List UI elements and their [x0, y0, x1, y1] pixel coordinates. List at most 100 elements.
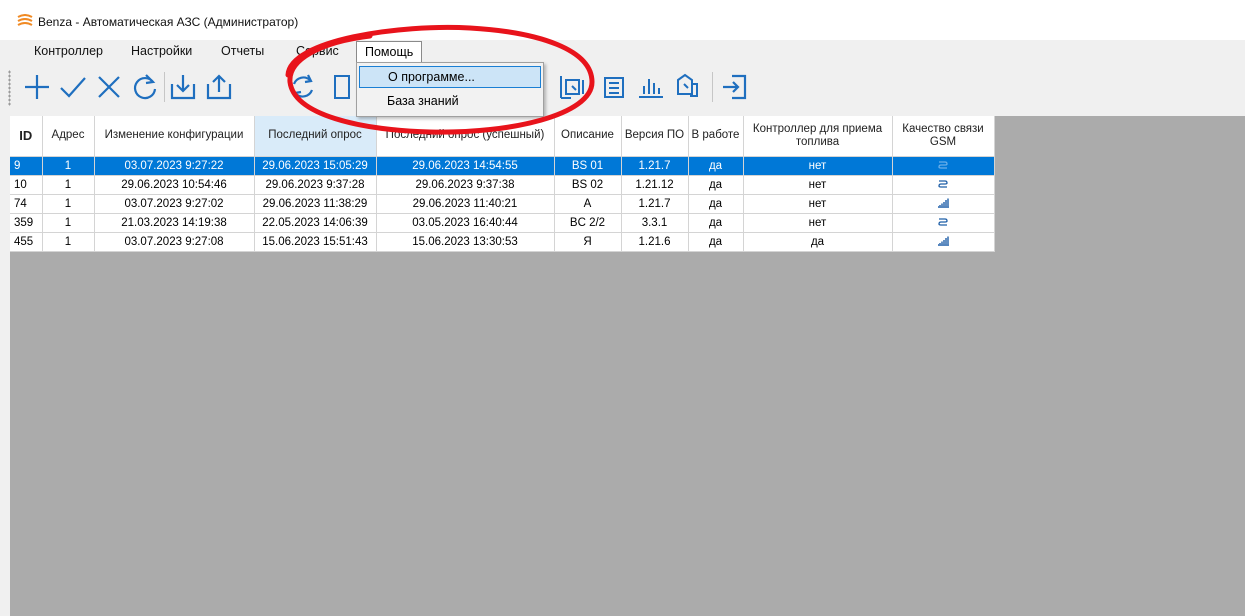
- cell-address[interactable]: 1: [42, 232, 95, 252]
- cell-address[interactable]: 1: [42, 194, 95, 214]
- refresh-icon[interactable]: [128, 70, 162, 104]
- column-header-last-poll-success[interactable]: Последний опрос (успешный): [376, 116, 555, 157]
- column-header-config-change[interactable]: Изменение конфигурации: [94, 116, 255, 157]
- wire-icon: [938, 161, 948, 170]
- exit-icon[interactable]: [718, 70, 752, 104]
- menu-reports[interactable]: Отчеты: [221, 44, 264, 58]
- cell-config-change[interactable]: 03.07.2023 9:27:08: [94, 232, 255, 252]
- cell-description[interactable]: BC 2/2: [554, 213, 622, 233]
- wire-icon: [938, 180, 948, 189]
- window-title: Benza - Автоматическая АЗС (Администрато…: [38, 15, 299, 29]
- table-row[interactable]: 9 1 03.07.2023 9:27:22 29.06.2023 15:05:…: [10, 156, 995, 176]
- cell-fw-version[interactable]: 1.21.7: [621, 156, 689, 176]
- signal-bars-icon: [938, 236, 949, 247]
- upload-icon[interactable]: [202, 70, 236, 104]
- help-dropdown-menu: О программе... База знаний: [356, 62, 544, 117]
- column-header-fuel-controller[interactable]: Контроллер для приема топлива: [743, 116, 893, 157]
- fuel-icon[interactable]: [670, 70, 704, 104]
- cell-fuel-controller[interactable]: да: [743, 232, 893, 252]
- cell-gsm-quality[interactable]: [892, 156, 995, 176]
- title-bar: Benza - Автоматическая АЗС (Администрато…: [0, 0, 1245, 40]
- cell-last-poll-success[interactable]: 15.06.2023 13:30:53: [376, 232, 555, 252]
- cell-last-poll[interactable]: 29.06.2023 11:38:29: [254, 194, 377, 214]
- menu-controller[interactable]: Контроллер: [34, 44, 103, 58]
- cell-fuel-controller[interactable]: нет: [743, 213, 893, 233]
- table-row[interactable]: 359 1 21.03.2023 14:19:38 22.05.2023 14:…: [10, 213, 995, 233]
- sync-icon[interactable]: [286, 70, 320, 104]
- cell-id[interactable]: 74: [10, 194, 43, 214]
- controllers-table: ID Адрес Изменение конфигурации Последни…: [10, 116, 995, 252]
- cell-id[interactable]: 10: [10, 175, 43, 195]
- tank-icon[interactable]: [597, 70, 631, 104]
- cell-fuel-controller[interactable]: нет: [743, 194, 893, 214]
- device-icon[interactable]: [326, 70, 360, 104]
- cell-last-poll-success[interactable]: 03.05.2023 16:40:44: [376, 213, 555, 233]
- cell-fw-version[interactable]: 1.21.6: [621, 232, 689, 252]
- menu-help[interactable]: Помощь: [356, 41, 423, 63]
- toolbar-grip[interactable]: [8, 70, 11, 106]
- pump-chart-icon[interactable]: [557, 70, 591, 104]
- toolbar-separator: [712, 72, 713, 102]
- cell-in-work[interactable]: да: [688, 175, 744, 195]
- menu-item-about[interactable]: О программе...: [359, 66, 541, 88]
- cell-description[interactable]: A: [554, 194, 622, 214]
- cell-address[interactable]: 1: [42, 213, 95, 233]
- cell-id[interactable]: 455: [10, 232, 43, 252]
- column-header-last-poll[interactable]: Последний опрос: [254, 116, 377, 157]
- cell-gsm-quality[interactable]: [892, 194, 995, 214]
- close-icon[interactable]: [92, 70, 126, 104]
- cell-last-poll[interactable]: 15.06.2023 15:51:43: [254, 232, 377, 252]
- bar-chart-icon[interactable]: [634, 70, 668, 104]
- cell-gsm-quality[interactable]: [892, 232, 995, 252]
- menu-settings[interactable]: Настройки: [131, 44, 192, 58]
- cell-address[interactable]: 1: [42, 156, 95, 176]
- table-row[interactable]: 455 1 03.07.2023 9:27:08 15.06.2023 15:5…: [10, 232, 995, 252]
- cell-fw-version[interactable]: 1.21.7: [621, 194, 689, 214]
- cell-address[interactable]: 1: [42, 175, 95, 195]
- cell-in-work[interactable]: да: [688, 194, 744, 214]
- cell-in-work[interactable]: да: [688, 213, 744, 233]
- cell-last-poll-success[interactable]: 29.06.2023 11:40:21: [376, 194, 555, 214]
- cell-last-poll[interactable]: 29.06.2023 9:37:28: [254, 175, 377, 195]
- cell-in-work[interactable]: да: [688, 232, 744, 252]
- plus-icon[interactable]: [20, 70, 54, 104]
- cell-last-poll[interactable]: 29.06.2023 15:05:29: [254, 156, 377, 176]
- menu-service[interactable]: Сервис: [296, 44, 339, 58]
- cell-config-change[interactable]: 21.03.2023 14:19:38: [94, 213, 255, 233]
- cell-fw-version[interactable]: 3.3.1: [621, 213, 689, 233]
- cell-fuel-controller[interactable]: нет: [743, 156, 893, 176]
- cell-gsm-quality[interactable]: [892, 175, 995, 195]
- cell-config-change[interactable]: 03.07.2023 9:27:22: [94, 156, 255, 176]
- cell-last-poll-success[interactable]: 29.06.2023 14:54:55: [376, 156, 555, 176]
- cell-description[interactable]: BS 01: [554, 156, 622, 176]
- cell-config-change[interactable]: 29.06.2023 10:54:46: [94, 175, 255, 195]
- download-icon[interactable]: [166, 70, 200, 104]
- cell-fw-version[interactable]: 1.21.12: [621, 175, 689, 195]
- menu-bar: Контроллер Настройки Отчеты Сервис: [0, 40, 1245, 62]
- cell-config-change[interactable]: 03.07.2023 9:27:02: [94, 194, 255, 214]
- cell-description[interactable]: BS 02: [554, 175, 622, 195]
- table-header-row: ID Адрес Изменение конфигурации Последни…: [10, 116, 995, 157]
- cell-in-work[interactable]: да: [688, 156, 744, 176]
- column-header-fw-version[interactable]: Версия ПО: [621, 116, 689, 157]
- cell-last-poll[interactable]: 22.05.2023 14:06:39: [254, 213, 377, 233]
- cell-id[interactable]: 359: [10, 213, 43, 233]
- menu-item-knowledge-base[interactable]: База знаний: [359, 91, 541, 113]
- cell-last-poll-success[interactable]: 29.06.2023 9:37:38: [376, 175, 555, 195]
- wire-icon: [938, 218, 948, 227]
- cell-description[interactable]: Я: [554, 232, 622, 252]
- table-row[interactable]: 10 1 29.06.2023 10:54:46 29.06.2023 9:37…: [10, 175, 995, 195]
- cell-fuel-controller[interactable]: нет: [743, 175, 893, 195]
- cell-id[interactable]: 9: [10, 156, 43, 176]
- app-window: Benza - Автоматическая АЗС (Администрато…: [0, 0, 1245, 616]
- toolbar-separator: [164, 72, 165, 102]
- column-header-gsm-quality[interactable]: Качество связи GSM: [892, 116, 995, 157]
- column-header-in-work[interactable]: В работе: [688, 116, 744, 157]
- column-header-address[interactable]: Адрес: [42, 116, 95, 157]
- cell-gsm-quality[interactable]: [892, 213, 995, 233]
- table-row[interactable]: 74 1 03.07.2023 9:27:02 29.06.2023 11:38…: [10, 194, 995, 214]
- check-icon[interactable]: [56, 70, 90, 104]
- column-header-description[interactable]: Описание: [554, 116, 622, 157]
- column-header-id[interactable]: ID: [10, 116, 43, 157]
- app-logo-icon: [17, 14, 33, 26]
